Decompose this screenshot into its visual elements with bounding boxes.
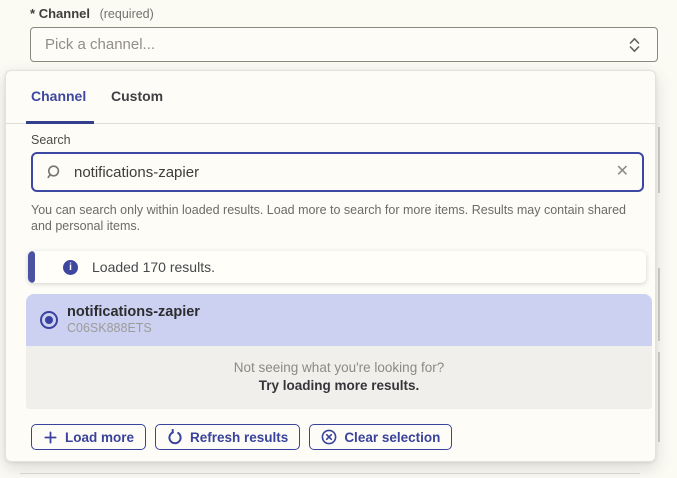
- info-icon: i: [63, 260, 78, 275]
- loaded-results-alert: i Loaded 170 results.: [28, 251, 646, 283]
- clear-selection-button[interactable]: Clear selection: [309, 424, 452, 450]
- channel-select[interactable]: Pick a channel...: [30, 27, 658, 62]
- search-input[interactable]: [72, 163, 616, 182]
- tab-channel[interactable]: Channel: [31, 88, 86, 104]
- clear-selection-label: Clear selection: [344, 430, 440, 445]
- load-more-button[interactable]: Load more: [31, 424, 146, 450]
- tab-custom[interactable]: Custom: [111, 88, 163, 104]
- required-note: (required): [100, 7, 154, 21]
- required-marker: *: [30, 6, 35, 21]
- search-help-text: You can search only within loaded result…: [31, 202, 635, 234]
- not-seeing-hint: Not seeing what you're looking for? Try …: [26, 346, 652, 409]
- channel-picker-screen: * Channel (required) Pick a channel... C…: [0, 0, 677, 478]
- alert-accent-bar: [28, 251, 35, 283]
- radio-dot: [45, 316, 53, 324]
- background-field-edge: [658, 268, 660, 341]
- select-placeholder: Pick a channel...: [45, 36, 628, 53]
- actions-toolbar: Load more Refresh results Clear selectio…: [31, 424, 452, 450]
- hint-suggestion: Try loading more results.: [26, 377, 652, 395]
- alert-text: Loaded 170 results.: [92, 259, 215, 275]
- result-option-notifications-zapier[interactable]: notifications-zapier C06SK888ETS: [26, 294, 652, 346]
- load-more-label: Load more: [65, 430, 134, 445]
- search-icon: [46, 164, 63, 181]
- hint-question: Not seeing what you're looking for?: [26, 359, 652, 377]
- clear-search-icon[interactable]: ✕: [616, 164, 629, 180]
- channel-dropdown-panel: Channel Custom Search ✕ You can search o…: [5, 70, 656, 462]
- result-channel-id: C06SK888ETS: [67, 321, 200, 336]
- chevron-up-down-icon: [628, 36, 641, 54]
- refresh-results-label: Refresh results: [190, 430, 288, 445]
- background-field-edge: [658, 352, 660, 442]
- plus-icon: [43, 430, 58, 445]
- background-field-edge: [20, 473, 640, 474]
- background-field-edge: [658, 127, 660, 193]
- result-title: notifications-zapier: [67, 304, 200, 321]
- refresh-results-button[interactable]: Refresh results: [155, 424, 300, 450]
- field-label: * Channel (required): [30, 6, 154, 21]
- active-tab-underline: [26, 121, 94, 124]
- search-field: ✕: [31, 152, 644, 192]
- radio-selected-icon[interactable]: [40, 311, 58, 329]
- refresh-icon: [167, 429, 183, 445]
- tab-divider: [6, 123, 655, 124]
- clear-circle-icon: [321, 429, 337, 445]
- search-label: Search: [31, 133, 71, 147]
- field-label-text: Channel: [39, 6, 90, 21]
